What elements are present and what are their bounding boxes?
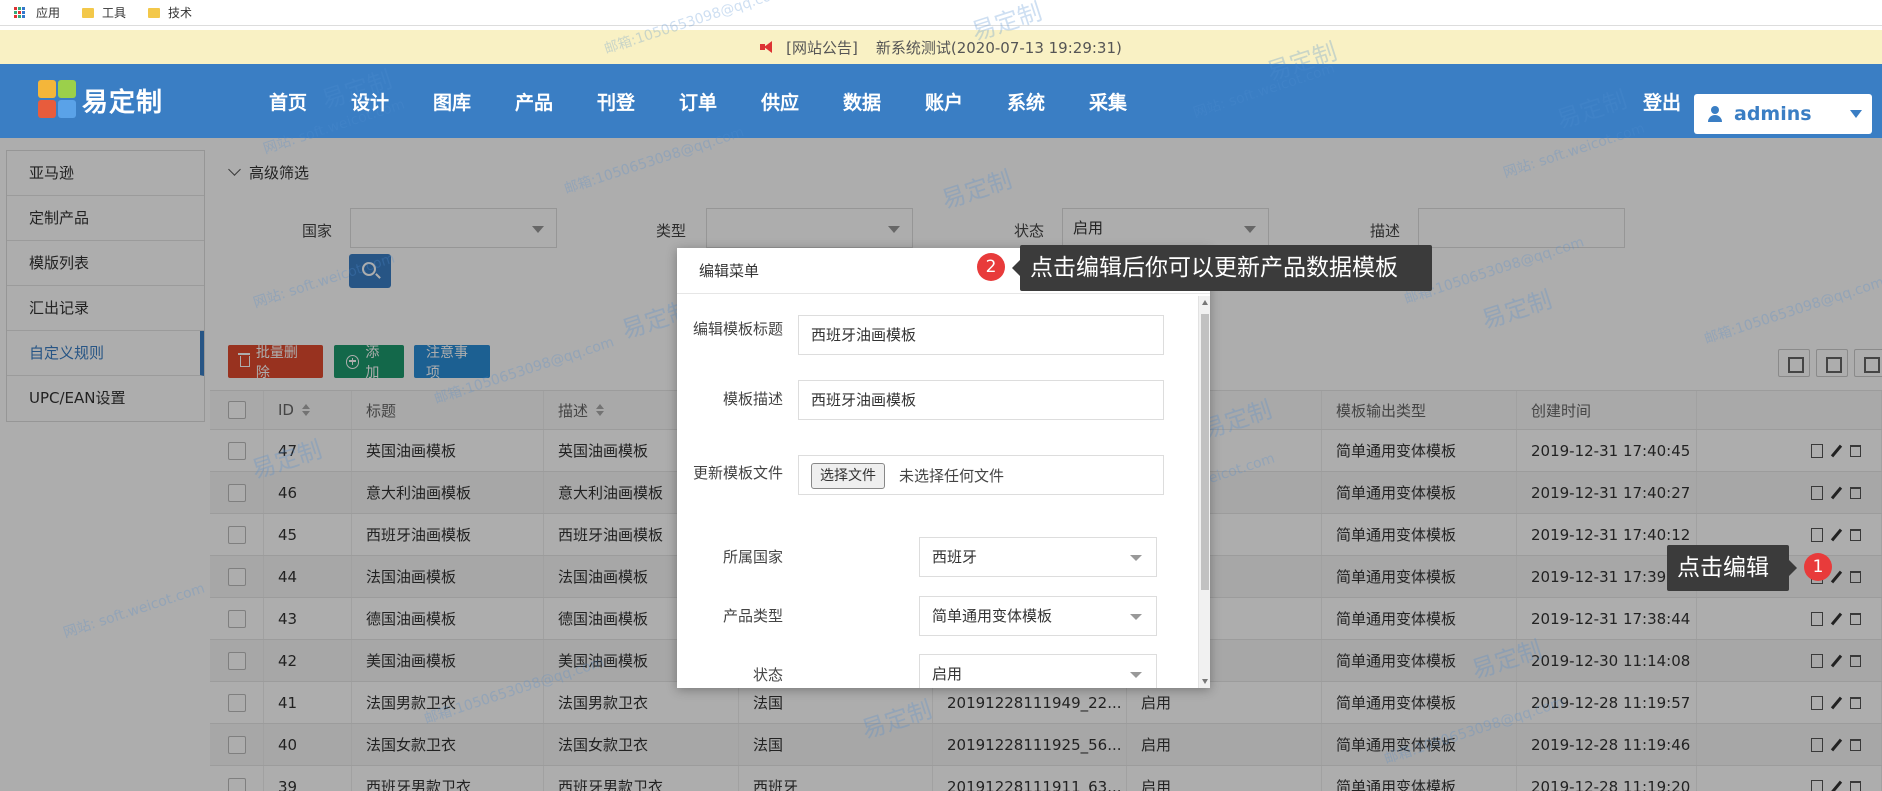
nav-home[interactable]: 首页	[247, 88, 329, 115]
folder-icon	[148, 7, 161, 18]
tip-edit-explanation: 点击编辑后你可以更新产品数据模板	[1012, 245, 1432, 291]
notice-text[interactable]: 新系统测试(2020-07-13 19:29:31)	[876, 37, 1122, 58]
product-type-label: 产品类型	[722, 607, 783, 625]
nav-supply[interactable]: 供应	[739, 88, 821, 115]
nav-system[interactable]: 系统	[985, 88, 1067, 115]
status-label: 状态	[752, 666, 783, 684]
bookmark-label: 应用	[36, 6, 61, 20]
step-badge-2: 2	[977, 253, 1005, 281]
caret-down-icon	[1130, 555, 1142, 561]
notice-tag: [网站公告]	[786, 38, 858, 57]
template-desc-label: 模板描述	[722, 390, 783, 408]
status-select-value: 启用	[932, 665, 963, 683]
site-notice: [网站公告] 新系统测试(2020-07-13 19:29:31)	[0, 30, 1882, 64]
template-file-input: 选择文件 未选择任何文件	[798, 455, 1164, 495]
tip-click-edit: 点击编辑	[1667, 545, 1797, 591]
nav-data[interactable]: 数据	[821, 88, 903, 115]
edit-modal: 编辑菜单 编辑模板标题 西班牙油画模板 模板描述 西班牙油画模板 更新模板文件 …	[677, 248, 1210, 688]
nav-gallery[interactable]: 图库	[411, 88, 493, 115]
bookmarks-bar: 应用 工具 技术	[0, 0, 1882, 26]
logo-icon	[38, 80, 78, 120]
template-desc-input[interactable]: 西班牙油画模板	[798, 380, 1164, 420]
username: admins	[1734, 103, 1812, 125]
bookmark-label: 工具	[102, 6, 127, 20]
product-type-select-value: 简单通用变体模板	[932, 607, 1053, 625]
country-select-value: 西班牙	[932, 548, 978, 566]
logo[interactable]: 易定制	[38, 80, 163, 120]
speaker-icon	[760, 41, 774, 53]
bookmark-label: 技术	[168, 6, 193, 20]
nav-design[interactable]: 设计	[329, 88, 411, 115]
logo-text: 易定制	[82, 87, 164, 118]
nav-product[interactable]: 产品	[493, 88, 575, 115]
bookmark-apps[interactable]: 应用	[14, 4, 60, 21]
user-icon	[1708, 106, 1722, 122]
country-label: 所属国家	[722, 548, 783, 566]
nav-collect[interactable]: 采集	[1067, 88, 1149, 115]
nav-order[interactable]: 订单	[657, 88, 739, 115]
folder-icon	[82, 7, 95, 18]
step-badge-1: 1	[1804, 553, 1832, 581]
modal-scrollbar[interactable]	[1198, 296, 1210, 688]
bookmark-tools[interactable]: 工具	[82, 4, 126, 21]
status-select[interactable]: 启用	[919, 654, 1157, 688]
apps-grid-icon	[14, 6, 26, 19]
nav-listing[interactable]: 刊登	[575, 88, 657, 115]
product-type-select[interactable]: 简单通用变体模板	[919, 596, 1157, 636]
caret-down-icon	[1130, 672, 1142, 678]
template-title-input[interactable]: 西班牙油画模板	[798, 315, 1164, 355]
country-select[interactable]: 西班牙	[919, 537, 1157, 577]
user-menu[interactable]: admins	[1694, 94, 1872, 134]
bookmark-tech[interactable]: 技术	[148, 4, 192, 21]
nav-account[interactable]: 账户	[903, 88, 985, 115]
scroll-down-icon[interactable]	[1202, 679, 1208, 684]
scroll-up-icon[interactable]	[1202, 300, 1208, 305]
template-file-label: 更新模板文件	[693, 464, 784, 482]
choose-file-button[interactable]: 选择文件	[811, 463, 885, 489]
modal-body: 编辑模板标题 西班牙油画模板 模板描述 西班牙油画模板 更新模板文件 选择文件 …	[677, 295, 1210, 688]
caret-down-icon	[1850, 110, 1862, 118]
caret-down-icon	[1130, 614, 1142, 620]
top-header: 易定制 首页 设计 图库 产品 刊登 订单 供应 数据 账户 系统 采集 登出	[0, 64, 1882, 138]
template-title-label: 编辑模板标题	[693, 320, 784, 338]
scroll-thumb[interactable]	[1201, 314, 1209, 590]
logout-link[interactable]: 登出	[1643, 88, 1681, 115]
file-status: 未选择任何文件	[899, 467, 1005, 485]
main-nav: 首页 设计 图库 产品 刊登 订单 供应 数据 账户 系统 采集	[247, 64, 1149, 138]
